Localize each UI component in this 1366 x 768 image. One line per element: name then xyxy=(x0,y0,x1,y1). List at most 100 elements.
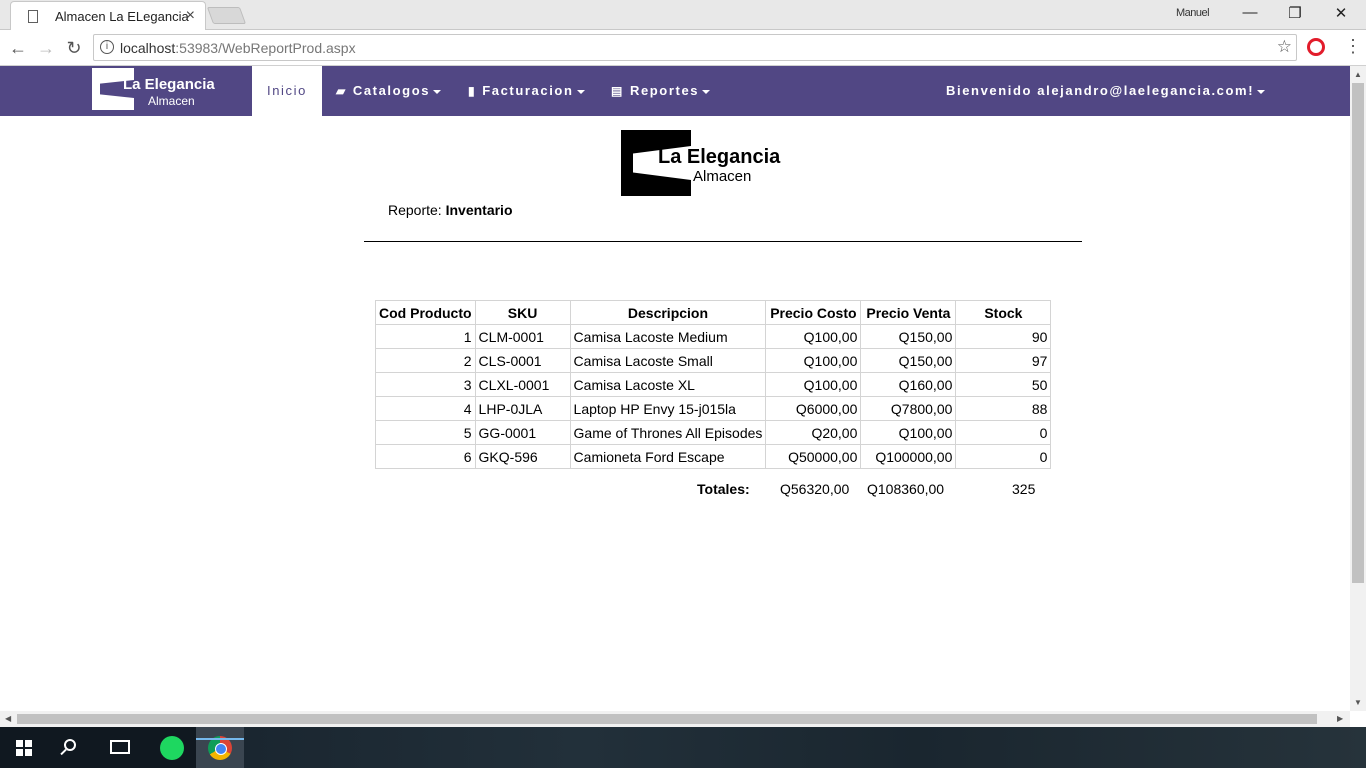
cell-precio-venta: Q150,00 xyxy=(860,348,957,373)
cell-precio-venta: Q160,00 xyxy=(860,372,957,397)
inventory-table: Cod Producto SKU Descripcion Precio Cost… xyxy=(375,300,1052,469)
cell-cod: 2 xyxy=(375,348,476,373)
brand-subtitle: Almacen xyxy=(148,94,195,108)
scroll-down-icon[interactable]: ▼ xyxy=(1354,698,1362,707)
spotify-icon xyxy=(160,736,184,760)
user-menu[interactable]: Bienvenido alejandro@laelegancia.com! xyxy=(946,66,1266,116)
reload-icon[interactable]: ↻ xyxy=(62,36,86,60)
browser-tab[interactable]: Almacen La ELegancia × xyxy=(10,1,206,31)
cell-precio-venta: Q100,00 xyxy=(860,420,957,445)
star-icon[interactable]: ☆ xyxy=(1277,37,1292,57)
vertical-scroll-thumb[interactable] xyxy=(1352,83,1364,583)
scroll-right-icon[interactable]: ▶ xyxy=(1337,714,1343,723)
cell-descripcion: Camioneta Ford Escape xyxy=(569,444,767,469)
cell-stock: 0 xyxy=(955,420,1052,445)
report-label: Reporte: xyxy=(388,202,442,218)
cell-sku: CLM-0001 xyxy=(474,324,571,349)
tab-title: Almacen La ELegancia xyxy=(55,9,189,24)
cell-precio-costo: Q6000,00 xyxy=(765,396,862,421)
taskbar-background xyxy=(244,727,1366,768)
chrome-button[interactable] xyxy=(196,727,244,768)
task-view-icon xyxy=(110,740,130,754)
chevron-down-icon xyxy=(433,89,442,94)
nav-facturacion-label: Facturacion xyxy=(482,83,574,98)
nav-facturacion[interactable]: ▮ Facturacion xyxy=(468,66,585,116)
cell-descripcion: Camisa Lacoste XL xyxy=(569,372,767,397)
cell-cod: 6 xyxy=(375,444,476,469)
brand-logo[interactable]: La Elegancia Almacen xyxy=(92,68,222,112)
windows-taskbar xyxy=(0,727,1366,768)
nav-reportes[interactable]: ▤ Reportes xyxy=(611,66,711,116)
url-path: :53983/WebReportProd.aspx xyxy=(175,40,356,56)
table-row: 2 CLS-0001 Camisa Lacoste Small Q100,00 … xyxy=(375,348,1052,373)
horizontal-scroll-thumb[interactable] xyxy=(17,714,1317,724)
task-view-button[interactable] xyxy=(96,727,144,768)
column-header: Precio Venta xyxy=(860,300,957,325)
cell-descripcion: Game of Thrones All Episodes xyxy=(569,420,767,445)
report-name: Inventario xyxy=(445,202,513,218)
vertical-scrollbar[interactable]: ▲ ▼ xyxy=(1350,66,1366,711)
total-precio-venta: Q108360,00 xyxy=(867,481,945,497)
table-row: 3 CLXL-0001 Camisa Lacoste XL Q100,00 Q1… xyxy=(375,372,1052,397)
horizontal-scrollbar[interactable]: ◀ ▶ xyxy=(0,711,1350,727)
cell-descripcion: Laptop HP Envy 15-j015la xyxy=(569,396,767,421)
forward-icon[interactable]: → xyxy=(34,36,58,60)
cell-stock: 50 xyxy=(955,372,1052,397)
windows-start-icon xyxy=(16,740,32,756)
spotify-button[interactable] xyxy=(148,727,196,768)
back-icon[interactable]: ← xyxy=(6,36,30,60)
start-button[interactable] xyxy=(0,727,48,768)
search-button[interactable] xyxy=(48,727,96,768)
nav-inicio-label: Inicio xyxy=(267,83,307,98)
divider xyxy=(364,241,1082,242)
file-icon: ▮ xyxy=(468,84,477,98)
cell-sku: GKQ-596 xyxy=(474,444,571,469)
column-header: Descripcion xyxy=(569,300,767,325)
user-menu-label: Bienvenido alejandro@laelegancia.com! xyxy=(946,83,1255,98)
nav-inicio[interactable]: Inicio xyxy=(252,66,322,116)
cell-precio-costo: Q100,00 xyxy=(765,324,862,349)
new-tab-button[interactable] xyxy=(206,7,247,24)
folder-open-icon: ▰ xyxy=(336,84,347,98)
url-host: localhost xyxy=(120,40,176,56)
cell-precio-costo: Q100,00 xyxy=(765,348,862,373)
doc-icon xyxy=(28,10,38,23)
chevron-down-icon xyxy=(702,89,711,94)
cell-cod: 5 xyxy=(375,420,476,445)
profile-name[interactable]: Manuel xyxy=(1176,7,1210,19)
minimize-button[interactable]: — xyxy=(1227,4,1273,26)
cell-cod: 4 xyxy=(375,396,476,421)
table-row: 1 CLM-0001 Camisa Lacoste Medium Q100,00… xyxy=(375,324,1052,349)
list-icon: ▤ xyxy=(611,84,624,98)
cell-stock: 88 xyxy=(955,396,1052,421)
close-window-button[interactable]: ✕ xyxy=(1318,4,1364,26)
browser-tab-strip: Almacen La ELegancia × Manuel — ❐ ✕ xyxy=(0,0,1366,31)
address-bar[interactable]: i localhost:53983/WebReportProd.aspx ☆ xyxy=(93,34,1297,61)
browser-toolbar: ← → ↻ i localhost:53983/WebReportProd.as… xyxy=(0,30,1366,66)
column-header: Stock xyxy=(955,300,1052,325)
menu-icon[interactable]: ⋮ xyxy=(1344,36,1362,57)
report-logo-title: La Elegancia xyxy=(658,146,781,168)
scroll-up-icon[interactable]: ▲ xyxy=(1354,70,1362,79)
chevron-down-icon xyxy=(1257,89,1266,94)
report-logo: La Elegancia Almacen xyxy=(621,130,787,196)
cell-sku: CLXL-0001 xyxy=(474,372,571,397)
opera-icon[interactable] xyxy=(1307,38,1325,56)
scroll-left-icon[interactable]: ◀ xyxy=(5,714,11,723)
restore-button[interactable]: ❐ xyxy=(1272,4,1318,26)
nav-reportes-label: Reportes xyxy=(629,83,700,98)
cell-sku: GG-0001 xyxy=(474,420,571,445)
table-row: 5 GG-0001 Game of Thrones All Episodes Q… xyxy=(375,420,1052,445)
cell-stock: 97 xyxy=(955,348,1052,373)
cell-descripcion: Camisa Lacoste Small xyxy=(569,348,767,373)
nav-catalogos[interactable]: ▰ Catalogos xyxy=(336,66,442,116)
url-text[interactable]: localhost:53983/WebReportProd.aspx xyxy=(120,40,356,56)
report-logo-subtitle: Almacen xyxy=(693,168,752,185)
tab-close-icon[interactable]: × xyxy=(186,7,195,25)
cell-sku: CLS-0001 xyxy=(474,348,571,373)
table-row: 4 LHP-0JLA Laptop HP Envy 15-j015la Q600… xyxy=(375,396,1052,421)
cell-sku: LHP-0JLA xyxy=(474,396,571,421)
info-icon[interactable]: i xyxy=(100,40,114,54)
total-stock: 325 xyxy=(1012,481,1036,497)
table-header-row: Cod Producto SKU Descripcion Precio Cost… xyxy=(375,300,1052,325)
